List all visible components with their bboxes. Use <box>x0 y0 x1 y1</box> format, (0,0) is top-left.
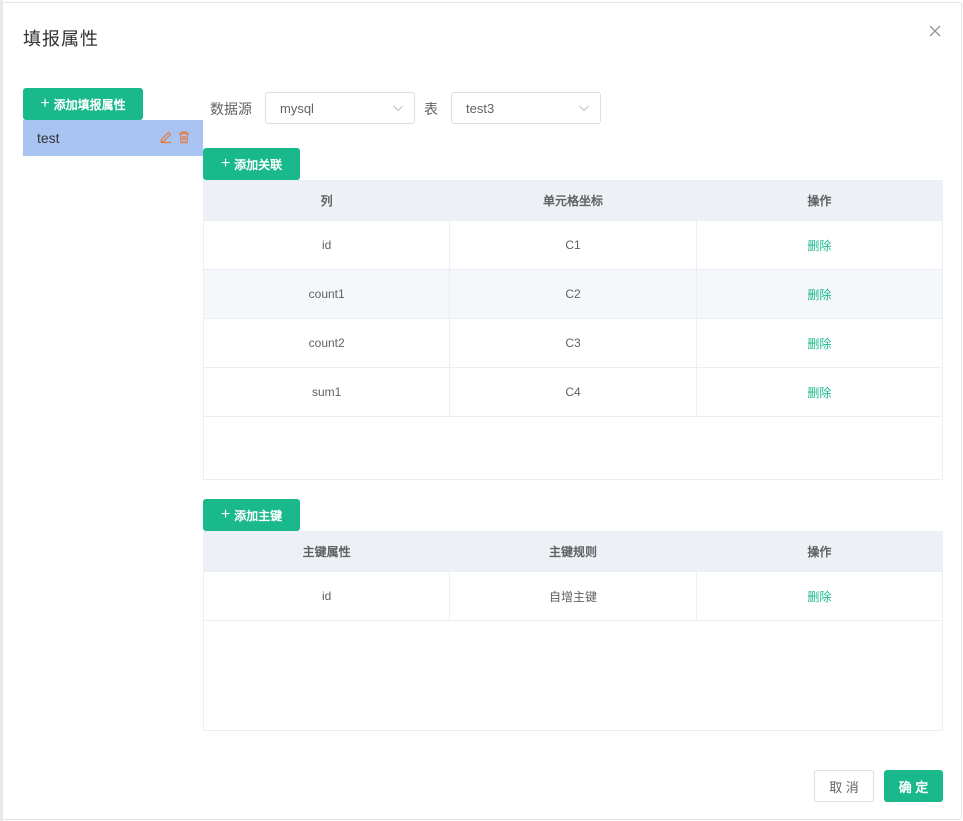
coordinate-cell: C2 <box>450 270 697 318</box>
confirm-button[interactable]: 确 定 <box>884 770 943 802</box>
column-cell: count1 <box>204 270 451 318</box>
attribute-list-item[interactable]: test <box>23 120 203 156</box>
column-cell: count2 <box>204 319 451 367</box>
delete-link[interactable]: 删除 <box>807 588 831 605</box>
add-mapping-label: 添加关联 <box>234 157 283 172</box>
delete-link[interactable]: 删除 <box>807 335 831 352</box>
header-key-attribute: 主键属性 <box>204 532 451 571</box>
cancel-button[interactable]: 取 消 <box>814 770 874 802</box>
coordinate-cell: C4 <box>450 368 697 416</box>
add-primary-key-button[interactable]: + 添加主键 <box>203 499 300 531</box>
primary-key-table: 主键属性 主键规则 操作 id 自增主键 删除 <box>203 531 943 731</box>
add-fill-attribute-button[interactable]: + 添加填报属性 <box>23 88 143 120</box>
coordinate-cell: C1 <box>450 221 697 269</box>
column-mapping-table: 列 单元格坐标 操作 id C1 删除 count1 C2 删除 count2 … <box>203 180 943 480</box>
plus-icon: + <box>220 155 231 172</box>
plus-icon: + <box>220 506 231 523</box>
table-select[interactable]: test3 <box>451 92 601 124</box>
header-column: 列 <box>204 181 451 220</box>
header-key-rule: 主键规则 <box>450 532 697 571</box>
dialog-title: 填报属性 <box>23 29 99 49</box>
table-label: 表 <box>424 101 438 117</box>
attribute-item-label: test <box>37 130 60 146</box>
add-primary-key-label: 添加主键 <box>234 508 283 523</box>
header-cell-coordinate: 单元格坐标 <box>450 181 697 220</box>
delete-link[interactable]: 删除 <box>807 286 831 303</box>
add-fill-attribute-label: 添加填报属性 <box>53 97 126 112</box>
key-rule-cell: 自增主键 <box>450 572 697 620</box>
table-row: id 自增主键 删除 <box>204 572 942 621</box>
table-header-row: 主键属性 主键规则 操作 <box>204 532 942 572</box>
coordinate-cell: C3 <box>450 319 697 367</box>
chevron-down-icon <box>578 102 590 117</box>
header-action: 操作 <box>807 545 832 559</box>
column-cell: id <box>204 221 451 269</box>
table-row: id C1 删除 <box>204 221 942 270</box>
table-value: test3 <box>466 100 495 116</box>
datasource-value: mysql <box>280 100 314 116</box>
datasource-select[interactable]: mysql <box>265 92 415 124</box>
table-row: count2 C3 删除 <box>204 319 942 368</box>
table-header-row: 列 单元格坐标 操作 <box>204 181 942 221</box>
table-row: sum1 C4 删除 <box>204 368 942 417</box>
delete-link[interactable]: 删除 <box>807 237 831 254</box>
add-mapping-button[interactable]: + 添加关联 <box>203 148 300 180</box>
key-attribute-cell: id <box>204 572 451 620</box>
delete-icon[interactable] <box>177 130 191 147</box>
chevron-down-icon <box>392 102 404 117</box>
datasource-label: 数据源 <box>210 101 252 117</box>
plus-icon: + <box>40 95 50 112</box>
table-row: count1 C2 删除 <box>204 270 942 319</box>
fill-attributes-dialog: 填报属性 + 添加填报属性 test 数据源 mysql 表 test3 + 添… <box>2 2 962 820</box>
close-icon[interactable] <box>927 23 943 39</box>
column-cell: sum1 <box>204 368 451 416</box>
edit-icon[interactable] <box>159 130 173 147</box>
delete-link[interactable]: 删除 <box>807 384 831 401</box>
header-action: 操作 <box>807 194 832 208</box>
